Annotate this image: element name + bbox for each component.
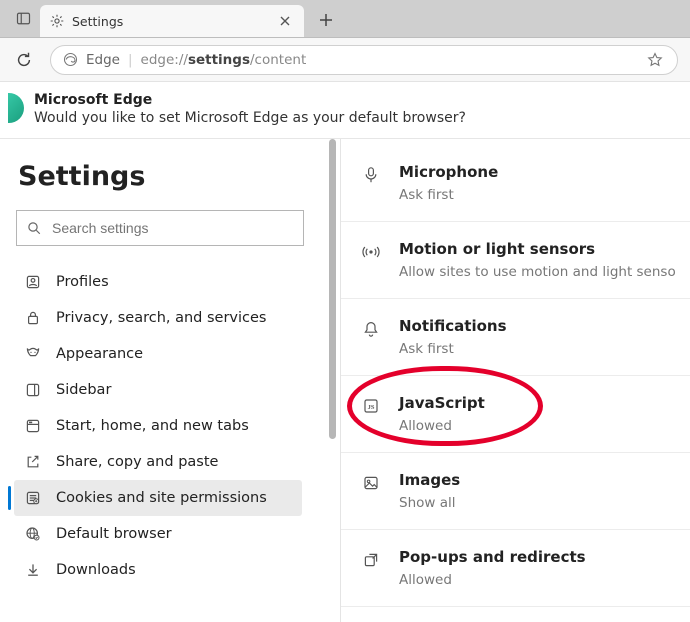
nav-label: Default browser [56, 526, 172, 542]
sidebar-item-appearance[interactable]: Appearance [14, 336, 302, 372]
nav-icon [24, 381, 42, 399]
settings-heading: Settings [14, 161, 326, 192]
sidebar-item-default-browser[interactable]: Default browser [14, 516, 302, 552]
permission-javascript[interactable]: JS JavaScript Allowed [341, 376, 690, 453]
permission-subtitle: Ask first [399, 341, 507, 357]
reload-icon [15, 51, 33, 69]
tab-close-button[interactable] [276, 12, 294, 30]
permission-subtitle: Ask first [399, 187, 498, 203]
star-icon [647, 52, 663, 68]
address-url: edge://settings/content [141, 52, 307, 68]
bell-icon [361, 319, 381, 339]
reload-button[interactable] [12, 48, 36, 72]
permission-subtitle: Allow sites to use motion and light sens… [399, 264, 676, 280]
edge-banner-logo [8, 93, 24, 123]
permission-subtitle: Allowed [399, 572, 586, 588]
address-divider: | [128, 52, 133, 68]
nav-icon [24, 309, 42, 327]
gear-icon [50, 14, 64, 28]
sidebar-item-sidebar[interactable]: Sidebar [14, 372, 302, 408]
microphone-icon [361, 165, 381, 185]
nav-label: Start, home, and new tabs [56, 418, 249, 434]
nav-icon [24, 345, 42, 363]
favorite-button[interactable] [645, 50, 665, 70]
nav-label: Profiles [56, 274, 109, 290]
plus-icon [319, 13, 333, 27]
permission-title: Motion or light sensors [399, 240, 676, 258]
nav-label: Share, copy and paste [56, 454, 218, 470]
nav-icon [24, 489, 42, 507]
main: Settings Profiles Privacy, search, and se… [0, 139, 690, 622]
sensor-icon [361, 242, 381, 262]
permission-motion-or-light-sensors[interactable]: Motion or light sensors Allow sites to us… [341, 222, 690, 299]
search-icon [27, 221, 42, 236]
sidebar-item-share-copy-and-paste[interactable]: Share, copy and paste [14, 444, 302, 480]
permission-pop-ups-and-redirects[interactable]: Pop-ups and redirects Allowed [341, 530, 690, 607]
default-browser-banner: Microsoft Edge Would you like to set Mic… [0, 82, 690, 139]
sidebar-item-downloads[interactable]: Downloads [14, 552, 302, 588]
permissions-panel: Microphone Ask first Motion or light senso… [341, 139, 690, 622]
tab-strip: Settings [0, 0, 690, 38]
sidebar-scrollbar[interactable] [329, 139, 336, 439]
permission-subtitle: Show all [399, 495, 460, 511]
address-bar-row: Edge | edge://settings/content [0, 38, 690, 82]
sidebar-item-privacy-search-and-services[interactable]: Privacy, search, and services [14, 300, 302, 336]
new-tab-button[interactable] [310, 5, 342, 35]
browser-tab[interactable]: Settings [40, 5, 304, 37]
permission-title: Microphone [399, 163, 498, 181]
nav-label: Downloads [56, 562, 136, 578]
address-bar[interactable]: Edge | edge://settings/content [50, 45, 678, 75]
settings-nav: Profiles Privacy, search, and services App… [14, 264, 326, 588]
nav-icon [24, 453, 42, 471]
tab-actions-icon [16, 11, 31, 26]
banner-text: Microsoft Edge Would you like to set Mic… [34, 92, 466, 126]
banner-message: Would you like to set Microsoft Edge as … [34, 110, 466, 126]
nav-icon [24, 561, 42, 579]
popup-icon [361, 550, 381, 570]
nav-label: Sidebar [56, 382, 111, 398]
tab-title: Settings [72, 14, 268, 29]
sidebar-item-start-home-and-new-tabs[interactable]: Start, home, and new tabs [14, 408, 302, 444]
sidebar-item-profiles[interactable]: Profiles [14, 264, 302, 300]
permission-title: JavaScript [399, 394, 485, 412]
tab-actions-button[interactable] [6, 3, 40, 33]
permission-title: Notifications [399, 317, 507, 335]
address-prefix: Edge [86, 52, 120, 68]
nav-icon [24, 417, 42, 435]
svg-text:JS: JS [368, 404, 375, 411]
settings-sidebar: Settings Profiles Privacy, search, and se… [0, 139, 340, 622]
javascript-icon: JS [361, 396, 381, 416]
nav-label: Appearance [56, 346, 143, 362]
banner-title: Microsoft Edge [34, 92, 466, 108]
nav-icon [24, 273, 42, 291]
edge-logo-icon [63, 52, 78, 67]
permission-title: Pop-ups and redirects [399, 548, 586, 566]
image-icon [361, 473, 381, 493]
permission-subtitle: Allowed [399, 418, 485, 434]
close-icon [280, 16, 290, 26]
permission-images[interactable]: Images Show all [341, 453, 690, 530]
search-input[interactable] [52, 220, 293, 236]
nav-label: Privacy, search, and services [56, 310, 266, 326]
permission-notifications[interactable]: Notifications Ask first [341, 299, 690, 376]
nav-label: Cookies and site permissions [56, 490, 267, 506]
permission-title: Images [399, 471, 460, 489]
permission-microphone[interactable]: Microphone Ask first [341, 145, 690, 222]
sidebar-item-cookies-and-site-permissions[interactable]: Cookies and site permissions [14, 480, 302, 516]
nav-icon [24, 525, 42, 543]
search-settings[interactable] [16, 210, 304, 246]
